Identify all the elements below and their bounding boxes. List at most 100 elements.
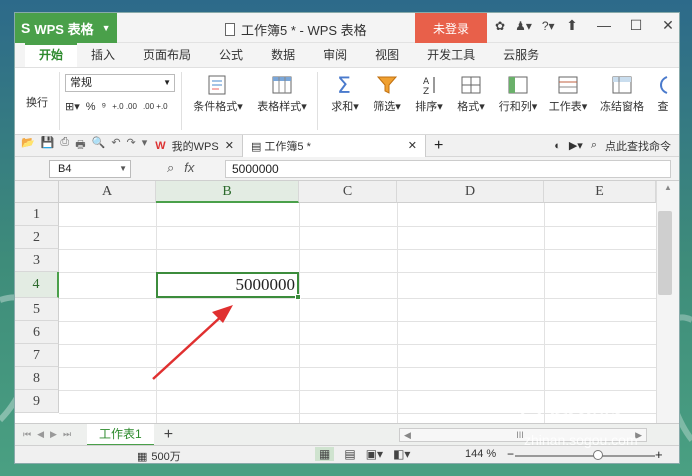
row-header-2[interactable]: 2 <box>15 226 59 249</box>
row-header-5[interactable]: 5 <box>15 298 59 321</box>
row-header-3[interactable]: 3 <box>15 249 59 272</box>
app-name: WPS 表格 <box>34 21 94 37</box>
rows-columns-button[interactable]: 行和列▾ <box>495 74 541 114</box>
close-icon[interactable]: ✕ <box>408 139 417 152</box>
window-title-text: 工作簿5 * - WPS 表格 <box>241 23 367 38</box>
percent-button[interactable]: % <box>86 101 96 113</box>
collaboration-icon[interactable]: ◐ <box>554 140 561 152</box>
row-header-8[interactable]: 8 <box>15 367 59 390</box>
last-sheet-icon[interactable]: ⏭ <box>63 429 71 440</box>
row-header-1[interactable]: 1 <box>15 203 59 226</box>
add-sheet-button[interactable]: + <box>164 426 173 444</box>
title-bar: S WPS 表格 ▼ 工作簿5 * - WPS 表格 未登录 ✿ ♟▾ ?▾ ⬆… <box>15 13 679 43</box>
titlebar-tools: ✿ ♟▾ ?▾ <box>495 19 555 33</box>
row-header-6[interactable]: 6 <box>15 321 59 344</box>
wrap-text-label: 换行 <box>26 97 48 109</box>
row-header-9[interactable]: 9 <box>15 390 59 413</box>
row-header-4[interactable]: 4 <box>15 272 59 298</box>
sort-button[interactable]: AZ 排序▾ <box>409 74 449 114</box>
prev-sheet-icon[interactable]: ◀ <box>37 429 44 440</box>
svg-text:Z: Z <box>423 87 429 96</box>
column-header-a[interactable]: A <box>59 181 156 203</box>
zoom-slider[interactable] <box>515 455 655 457</box>
tab-cloud[interactable]: 云服务 <box>489 43 553 67</box>
tab-formulas[interactable]: 公式 <box>205 43 257 67</box>
column-header-b[interactable]: B <box>156 181 299 203</box>
print-preview-icon[interactable]: 🔍 <box>92 136 106 155</box>
save-icon[interactable]: 💾 <box>41 136 55 155</box>
document-icon <box>225 23 235 36</box>
tab-review[interactable]: 审阅 <box>309 43 361 67</box>
tab-page-layout[interactable]: 页面布局 <box>129 43 205 67</box>
tab-home[interactable]: 开始 <box>25 43 78 67</box>
app-menu-button[interactable]: S WPS 表格 ▼ <box>15 13 117 43</box>
close-icon[interactable]: ✕ <box>225 139 234 152</box>
fill-handle[interactable] <box>295 294 301 300</box>
worksheet-button[interactable]: 工作表▾ <box>545 74 591 114</box>
print-icon[interactable]: 🖶 <box>75 136 85 155</box>
maximize-icon[interactable]: ☐ <box>627 17 645 34</box>
first-sheet-icon[interactable]: ⏮ <box>23 429 31 440</box>
redo-icon[interactable]: ↷ <box>127 136 136 155</box>
wrap-text-button[interactable]: 换行 <box>17 94 57 110</box>
zoom-out-icon[interactable]: − <box>507 447 514 461</box>
share-icon[interactable]: ▶▾ <box>569 139 583 152</box>
open-folder-icon[interactable]: 📂 <box>21 136 35 155</box>
formula-input[interactable]: 5000000 <box>225 160 671 178</box>
insert-function-button[interactable]: fx <box>184 160 194 176</box>
page-break-view-icon[interactable]: ▤ <box>344 447 355 461</box>
select-all-corner[interactable] <box>15 181 59 203</box>
freeze-panes-button[interactable]: 冻结窗格 <box>595 74 649 114</box>
spreadsheet-grid[interactable]: A B C D E 1 2 3 4 5 6 7 8 9 5000000 ▲ <box>15 181 679 423</box>
page-layout-view-icon[interactable]: ▣▾ <box>366 447 383 461</box>
currency-icon[interactable]: ⊞▾ <box>65 100 80 113</box>
row-header-7[interactable]: 7 <box>15 344 59 367</box>
command-search-input[interactable]: 点此查找命令 <box>605 138 671 154</box>
tab-my-wps[interactable]: W 我的WPS ✕ <box>147 135 242 157</box>
tab-view[interactable]: 视图 <box>361 43 413 67</box>
increase-decimal-button[interactable]: +.0 .00 <box>112 102 137 111</box>
format-button[interactable]: 格式▾ <box>451 74 491 114</box>
formula-bar: B4 ▼ ⌕ fx 5000000 <box>15 157 679 181</box>
column-header-d[interactable]: D <box>397 181 544 203</box>
shirt-icon[interactable]: ♟▾ <box>515 19 532 33</box>
new-tab-button[interactable]: + <box>426 137 443 155</box>
zoom-slider-knob[interactable] <box>593 450 603 460</box>
reading-mode-icon[interactable]: ◧▾ <box>393 447 410 461</box>
tab-insert[interactable]: 插入 <box>77 43 129 67</box>
format-icon <box>461 76 481 94</box>
tab-developer[interactable]: 开发工具 <box>413 43 489 67</box>
scroll-up-icon[interactable]: ▲ <box>664 183 672 192</box>
next-sheet-icon[interactable]: ▶ <box>50 429 57 440</box>
help-icon[interactable]: ?▾ <box>542 19 555 33</box>
zoom-in-icon[interactable]: + <box>655 447 663 462</box>
sheet-tab-1[interactable]: 工作表1 <box>87 423 154 446</box>
restore-icon[interactable]: ⬆ <box>563 17 581 34</box>
vertical-scroll-thumb[interactable] <box>658 211 672 295</box>
number-format-select[interactable]: 常规 ▼ <box>65 74 175 92</box>
undo-icon[interactable]: ↶ <box>111 136 120 155</box>
login-button[interactable]: 未登录 <box>415 13 487 43</box>
comma-button[interactable]: ⁹ <box>102 101 107 113</box>
tab-data[interactable]: 数据 <box>257 43 309 67</box>
column-header-c[interactable]: C <box>299 181 397 203</box>
search-icon[interactable]: ⌕ <box>591 139 597 152</box>
normal-view-icon[interactable]: ▦ <box>315 447 335 461</box>
table-style-button[interactable]: 表格样式▾ <box>251 74 313 114</box>
name-box[interactable]: B4 ▼ <box>49 160 131 178</box>
zoom-level[interactable]: 144 % <box>465 448 496 460</box>
decrease-decimal-button[interactable]: .00 +.0 <box>143 102 168 111</box>
conditional-format-button[interactable]: 条件格式▾ <box>187 74 249 114</box>
column-header-e[interactable]: E <box>544 181 656 203</box>
filter-button[interactable]: 筛选▾ <box>367 74 407 114</box>
export-pdf-icon[interactable]: ⎙ <box>60 136 69 155</box>
minimize-icon[interactable]: — <box>595 17 613 34</box>
tab-workbook5[interactable]: ▤ 工作簿5 * ✕ <box>241 134 426 157</box>
scroll-left-icon[interactable]: ◀ <box>404 430 411 441</box>
active-cell-b4[interactable]: 5000000 <box>156 272 301 300</box>
find-button[interactable]: 查 <box>653 74 673 114</box>
sum-button[interactable]: Σ 求和▾ <box>325 74 365 114</box>
close-icon[interactable]: ✕ <box>659 17 677 34</box>
zoom-formula-icon[interactable]: ⌕ <box>167 160 174 176</box>
skin-icon[interactable]: ✿ <box>495 19 505 33</box>
